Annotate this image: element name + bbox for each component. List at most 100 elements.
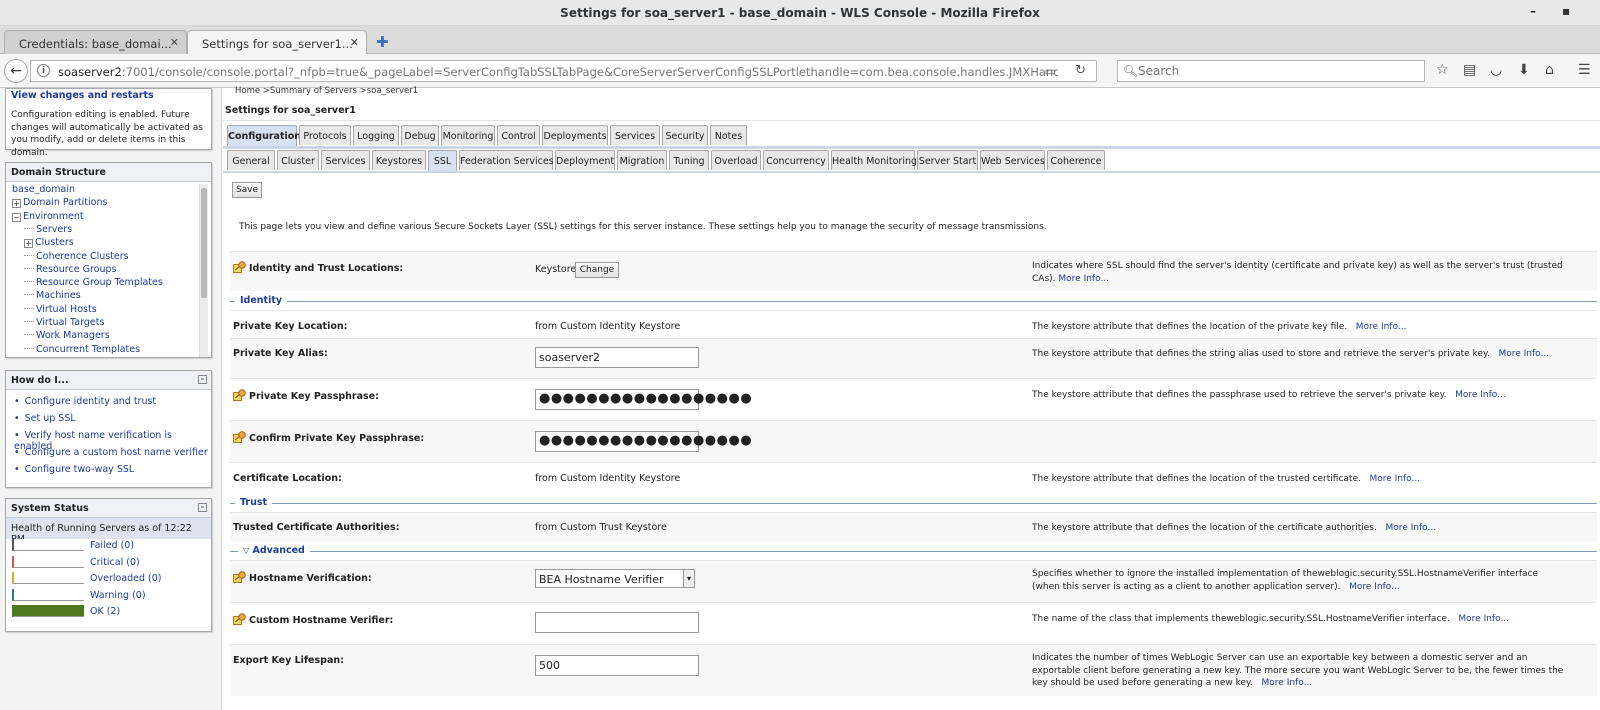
more-info-link[interactable]: More Info... — [1455, 390, 1506, 400]
bookmark-star-icon[interactable]: ☆ — [1436, 62, 1449, 78]
tree-node[interactable]: Work Managers — [24, 330, 110, 343]
subtab-general[interactable]: General — [227, 150, 275, 170]
more-info-link[interactable]: More Info... — [1498, 349, 1549, 359]
tab-notes[interactable]: Notes — [710, 125, 747, 145]
howto-link[interactable]: Configure two-way SSL — [14, 464, 211, 481]
status-link[interactable]: OK (2) — [90, 606, 120, 617]
reload-icon[interactable]: ↻ — [1075, 63, 1086, 78]
tab-monitoring[interactable]: Monitoring — [441, 125, 495, 145]
tree-node-label[interactable]: Virtual Targets — [36, 317, 104, 328]
more-info-link[interactable]: More Info... — [1349, 582, 1400, 592]
subtab-coherence[interactable]: Coherence — [1047, 150, 1105, 170]
howto-link[interactable]: Set up SSL — [14, 413, 211, 430]
collapse-icon[interactable]: − — [12, 212, 21, 222]
private-key-passphrase-input[interactable]: ●●●●●●●●●●●●●●●●●● — [535, 389, 752, 410]
howto-link[interactable]: Configure identity and trust — [14, 396, 211, 413]
view-changes-link[interactable]: View changes and restarts — [6, 90, 211, 101]
tree-node-label[interactable]: Resource Groups — [36, 264, 116, 275]
status-link[interactable]: Failed (0) — [90, 540, 134, 551]
pocket-icon[interactable]: ◡ — [1490, 62, 1502, 78]
browser-tab-credentials[interactable]: Credentials: base_domai... ✕ — [4, 30, 187, 54]
change-button[interactable]: Change — [575, 262, 619, 278]
tree-node[interactable]: Resource Groups — [24, 264, 116, 277]
custom-hostname-verifier-input[interactable] — [535, 612, 699, 633]
more-info-link[interactable]: More Info... — [1356, 322, 1407, 332]
clipboard-icon[interactable]: ▤ — [1463, 62, 1476, 78]
tab-debug[interactable]: Debug — [401, 125, 439, 145]
breadcrumb[interactable]: Home >Summary of Servers >soa_server1 — [235, 86, 418, 96]
tab-control[interactable]: Control — [497, 125, 540, 145]
tab-services[interactable]: Services — [610, 125, 660, 145]
private-key-alias-input[interactable] — [535, 347, 699, 368]
save-button[interactable]: Save — [232, 182, 262, 198]
status-link[interactable]: Critical (0) — [90, 557, 140, 568]
home-icon[interactable]: ⌂ — [1545, 62, 1554, 78]
subtab-tuning[interactable]: Tuning — [669, 150, 709, 170]
tab-logging[interactable]: Logging — [353, 125, 399, 145]
search-bar[interactable]: 🔍︎ — [1117, 60, 1425, 82]
tree-node-label[interactable]: Environment — [23, 211, 84, 222]
tree-node-label[interactable]: Work Managers — [36, 330, 110, 341]
minimize-button[interactable]: – — [1530, 4, 1536, 18]
browser-tab-settings[interactable]: Settings for soa_server1... ✕ — [187, 30, 367, 55]
subtab-services[interactable]: Services — [321, 150, 370, 170]
status-link[interactable]: Overloaded (0) — [90, 573, 162, 584]
tree-node[interactable]: − Environment — [12, 211, 84, 224]
tree-node-label[interactable]: Virtual Hosts — [36, 304, 97, 315]
tree-node-label[interactable]: Concurrent Templates — [36, 344, 140, 355]
tree-node[interactable]: Coherence Clusters — [24, 251, 129, 264]
maximize-button[interactable]: ▪ — [1562, 4, 1570, 18]
reader-view-icon[interactable]: ▭ — [1045, 64, 1056, 78]
tree-node-label[interactable]: Coherence Clusters — [36, 251, 129, 262]
subtab-cluster[interactable]: Cluster — [277, 150, 319, 170]
download-icon[interactable]: ⬇ — [1518, 62, 1530, 78]
url-text[interactable]: soaserver2:7001/console/console.portal?_… — [58, 65, 1058, 79]
info-icon[interactable]: i — [37, 64, 50, 77]
tree-node[interactable]: + Domain Partitions — [12, 197, 107, 210]
tree-node[interactable]: Machines — [24, 290, 81, 303]
collapse-icon[interactable]: – — [198, 375, 207, 384]
tree-node[interactable]: Resource Group Templates — [24, 277, 163, 290]
expand-icon[interactable]: + — [12, 199, 21, 209]
export-key-lifespan-input[interactable] — [535, 655, 699, 676]
menu-icon[interactable]: ☰ — [1578, 62, 1591, 78]
subtab-web-services[interactable]: Web Services — [980, 150, 1045, 170]
subtab-concurrency[interactable]: Concurrency — [763, 150, 829, 170]
tree-node-label[interactable]: Machines — [36, 290, 81, 301]
chevron-down-icon[interactable]: ▽ — [243, 546, 249, 555]
hostname-verification-select[interactable]: BEA Hostname Verifier ▾ — [535, 569, 695, 588]
close-icon[interactable]: ✕ — [170, 36, 179, 49]
subtab-deployment[interactable]: Deployment — [555, 150, 615, 170]
howto-link[interactable]: Verify host name verification is enabled — [14, 430, 211, 452]
more-info-link[interactable]: More Info... — [1369, 474, 1420, 484]
search-input[interactable] — [1138, 63, 1418, 79]
status-link[interactable]: Warning (0) — [90, 590, 146, 601]
subtab-keystores[interactable]: Keystores — [372, 150, 426, 170]
tab-protocols[interactable]: Protocols — [299, 125, 351, 145]
tree-node[interactable]: Virtual Hosts — [24, 304, 97, 317]
scrollbar-thumb[interactable] — [201, 188, 207, 298]
expand-icon[interactable]: + — [24, 239, 33, 249]
tree-node[interactable]: + Clusters — [24, 237, 74, 250]
tab-configuration[interactable]: Configuration — [227, 125, 301, 147]
tree-node-label[interactable]: Servers — [36, 224, 72, 235]
tab-security[interactable]: Security — [662, 125, 708, 145]
tree-node-label[interactable]: Resource Group Templates — [36, 277, 163, 288]
url-bar[interactable]: i soaserver2:7001/console/console.portal… — [30, 60, 1097, 82]
section-advanced[interactable]: ▽ Advanced — [230, 545, 1597, 557]
tab-deployments[interactable]: Deployments — [542, 125, 608, 145]
subtab-migration[interactable]: Migration — [617, 150, 667, 170]
subtab-federation-services[interactable]: Federation Services — [459, 150, 554, 170]
more-info-link[interactable]: More Info... — [1458, 614, 1509, 624]
back-arrow-icon[interactable]: ← — [4, 59, 28, 83]
tree-scrollbar[interactable] — [199, 184, 208, 357]
confirm-passphrase-input[interactable]: ●●●●●●●●●●●●●●●●●● — [535, 431, 752, 452]
tree-node-label[interactable]: base_domain — [12, 184, 75, 195]
subtab-overload[interactable]: Overload — [711, 150, 761, 170]
tree-node-label[interactable]: Domain Partitions — [23, 197, 107, 208]
close-icon[interactable]: ✕ — [350, 36, 359, 49]
more-info-link[interactable]: More Info... — [1262, 678, 1313, 688]
subtab-server-start[interactable]: Server Start — [917, 150, 978, 170]
new-tab-icon[interactable]: ✚ — [376, 33, 389, 51]
dropdown-arrow-icon[interactable]: ▾ — [683, 570, 694, 587]
